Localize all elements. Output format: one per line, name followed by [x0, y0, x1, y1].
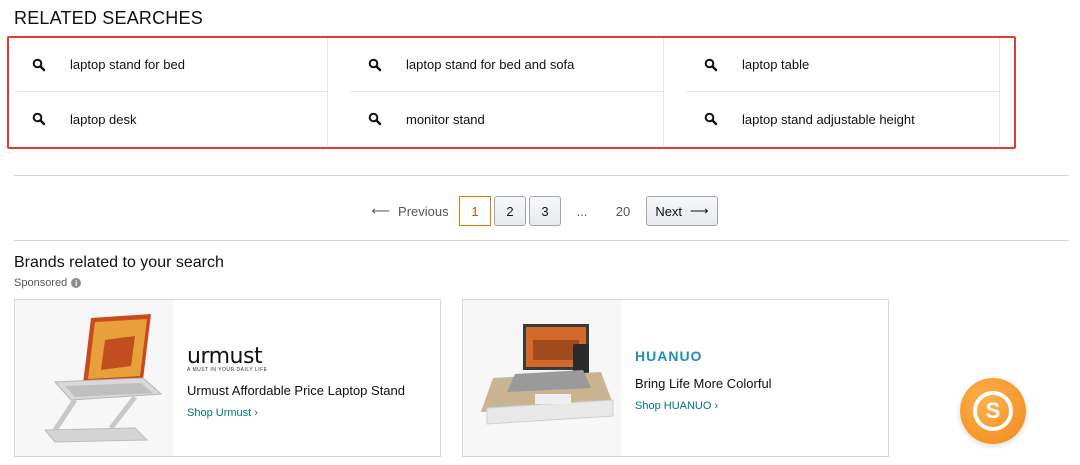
brands-heading: Brands related to your search	[14, 254, 224, 272]
huanuo-logo[interactable]: HUANUO	[635, 348, 772, 364]
pagination-ellipsis: ...	[570, 196, 594, 226]
s-logo-icon: S	[973, 391, 1013, 431]
related-search-label: laptop desk	[70, 112, 137, 127]
related-search-label: laptop table	[742, 57, 809, 72]
page-20-button[interactable]: 20	[608, 196, 638, 226]
related-search-label: monitor stand	[406, 112, 485, 127]
page-1-button[interactable]: 1	[459, 196, 491, 226]
related-searches-grid: laptop stand for bed laptop stand for be…	[14, 38, 1000, 146]
related-search-item[interactable]: laptop stand for bed	[14, 38, 328, 92]
divider	[14, 240, 1069, 241]
shop-brand-link[interactable]: Shop Urmust ›	[187, 407, 405, 419]
urmust-logo-tagline: A MUST IN YOUR DAILY LIFE	[187, 367, 405, 373]
related-search-item[interactable]: monitor stand	[350, 92, 664, 146]
search-icon	[368, 112, 390, 126]
related-search-label: laptop stand for bed and sofa	[406, 57, 574, 72]
search-icon	[32, 112, 54, 126]
related-searches-title: RELATED SEARCHES	[14, 8, 203, 29]
divider	[14, 175, 1069, 176]
sponsored-label: Sponsored i	[14, 277, 81, 289]
sponsored-text: Sponsored	[14, 277, 67, 289]
search-icon	[32, 58, 54, 72]
shop-brand-link[interactable]: Shop HUANUO ›	[635, 400, 772, 412]
previous-button[interactable]: ⟵ Previous	[370, 196, 450, 226]
info-icon[interactable]: i	[71, 278, 81, 288]
brand-info: HUANUO Bring Life More Colorful Shop HUA…	[635, 348, 772, 412]
related-search-item[interactable]: laptop stand adjustable height	[686, 92, 1000, 146]
related-search-label: laptop stand for bed	[70, 57, 185, 72]
related-search-item[interactable]: laptop table	[686, 38, 1000, 92]
pagination: ⟵ Previous 1 2 3 ... 20 Next ⟶	[0, 196, 1080, 226]
next-button[interactable]: Next ⟶	[646, 196, 718, 226]
page-2-button[interactable]: 2	[494, 196, 526, 226]
brand-card-huanuo[interactable]: HUANUO Bring Life More Colorful Shop HUA…	[462, 299, 889, 457]
related-search-label: laptop stand adjustable height	[742, 112, 915, 127]
brand-info: urmust A MUST IN YOUR DAILY LIFE Urmust …	[187, 344, 405, 419]
previous-label: Previous	[398, 204, 449, 219]
next-label: Next	[655, 204, 682, 219]
search-icon	[704, 58, 726, 72]
brand-tagline: Urmust Affordable Price Laptop Stand	[187, 383, 405, 398]
arrow-left-icon: ⟵	[371, 203, 390, 219]
lap-desk-image[interactable]	[463, 300, 621, 456]
arrow-right-icon: ⟶	[690, 203, 709, 219]
search-icon	[704, 112, 726, 126]
urmust-logo[interactable]: urmust	[187, 344, 405, 369]
search-icon	[368, 58, 390, 72]
brand-card-urmust[interactable]: urmust A MUST IN YOUR DAILY LIFE Urmust …	[14, 299, 441, 457]
page-3-button[interactable]: 3	[529, 196, 561, 226]
related-search-item[interactable]: laptop stand for bed and sofa	[350, 38, 664, 92]
related-search-item[interactable]: laptop desk	[14, 92, 328, 146]
brand-tagline: Bring Life More Colorful	[635, 376, 772, 391]
floating-assistant-button[interactable]: S	[960, 378, 1026, 444]
laptop-stand-image[interactable]	[15, 300, 173, 456]
